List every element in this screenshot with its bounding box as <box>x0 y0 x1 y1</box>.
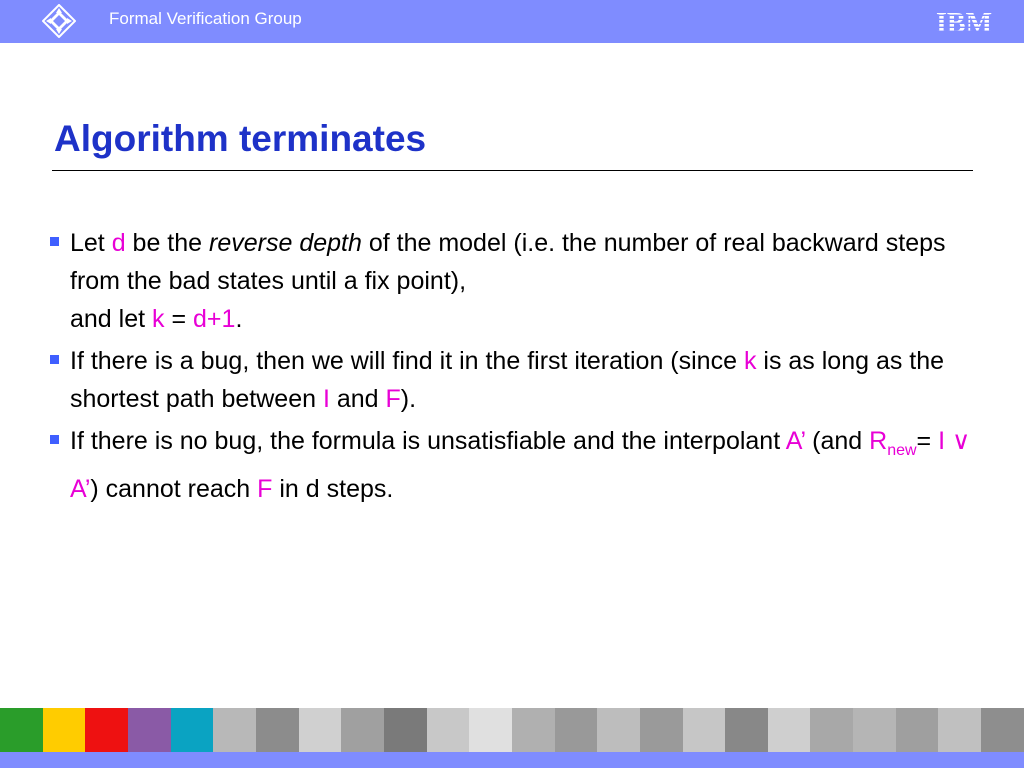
ibm-logo: IBM <box>936 8 992 36</box>
footer-strip-tile <box>810 708 854 752</box>
title-divider <box>52 170 973 171</box>
footer-strip-tile <box>341 708 384 752</box>
footer-strip-tile <box>554 708 598 752</box>
footer-strip-tile <box>298 708 342 752</box>
bullet-item: If there is a bug, then we will find it … <box>50 342 980 418</box>
footer-strip-tile <box>981 708 1024 752</box>
header-bar: Formal Verification Group IBM <box>0 0 1024 43</box>
footer-strip-tile <box>938 708 982 752</box>
bullet-square-icon <box>50 237 59 246</box>
footer-strip-tile <box>170 708 214 752</box>
footer-image-strip <box>0 708 1024 752</box>
footer-strip-tile <box>383 708 427 752</box>
footer-strip-tile <box>597 708 640 752</box>
svg-text:IBM: IBM <box>936 8 992 36</box>
slide-body: Let d be the reverse depth of the model … <box>50 224 980 512</box>
footer-strip-tile <box>895 708 939 752</box>
slide-title: Algorithm terminates <box>54 118 427 159</box>
bullet-square-icon <box>50 355 59 364</box>
navigation-compass-icon <box>42 4 76 38</box>
footer-strip-tile <box>469 708 512 752</box>
footer-strip-tile <box>85 708 128 752</box>
footer-strip-tile <box>42 708 86 752</box>
footer-strip-tile <box>426 708 470 752</box>
bottom-bar <box>0 752 1024 768</box>
bullet-square-icon <box>50 435 59 444</box>
footer-strip-tile <box>639 708 683 752</box>
bullet-item: Let d be the reverse depth of the model … <box>50 224 980 338</box>
bullet-item: If there is no bug, the formula is unsat… <box>50 422 980 508</box>
footer-strip-tile <box>767 708 811 752</box>
footer-strip-tile <box>255 708 299 752</box>
footer-strip-tile <box>853 708 896 752</box>
header-title: Formal Verification Group <box>109 9 302 28</box>
footer-strip-tile <box>725 708 768 752</box>
footer-strip-tile <box>127 708 171 752</box>
footer-strip-tile <box>511 708 555 752</box>
footer-strip-tile <box>682 708 726 752</box>
footer-strip-tile <box>213 708 256 752</box>
footer-strip-tile <box>0 708 43 752</box>
